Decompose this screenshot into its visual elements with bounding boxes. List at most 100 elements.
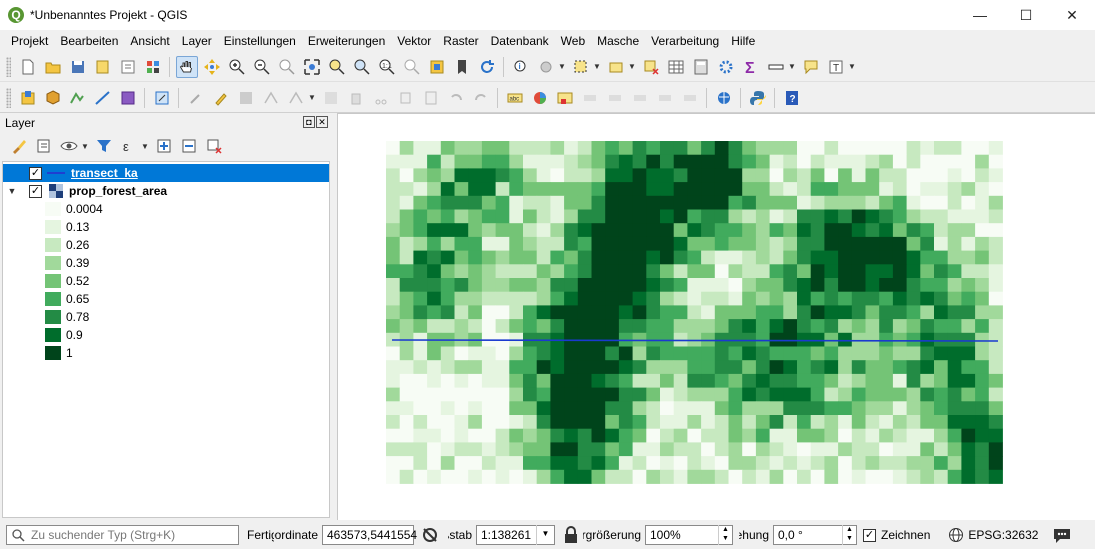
dropdown-arrow-icon[interactable]: ▼ [788,62,796,71]
map-tips-icon[interactable] [800,56,822,78]
dropdown-arrow-icon[interactable]: ▼ [628,62,636,71]
spin-arrows-icon[interactable]: ▲ ▼ [718,525,732,545]
dropdown-arrow-icon[interactable]: ▼ [848,62,856,71]
highlight-label-icon[interactable] [554,87,576,109]
coordinate-field[interactable]: 463573,5441554 [322,525,417,545]
layer-visibility-checkbox[interactable]: ✓ [29,166,42,180]
open-project-icon[interactable] [42,56,64,78]
bookmark-icon[interactable] [451,56,473,78]
menu-ansicht[interactable]: Ansicht [124,34,175,48]
actions-icon[interactable] [535,56,557,78]
new-print-layout-icon[interactable] [92,56,114,78]
dropdown-arrow-icon[interactable]: ▼ [141,142,149,151]
data-source-manager-icon[interactable] [17,87,39,109]
deselect-icon[interactable] [640,56,662,78]
zoom-full-icon[interactable] [301,56,323,78]
dropdown-arrow-icon[interactable]: ▼ [558,62,566,71]
panel-close-button[interactable]: ✕ [316,116,328,128]
add-group-icon[interactable] [33,135,55,157]
select-by-value-icon[interactable] [605,56,627,78]
expand-all-icon[interactable] [153,135,175,157]
digitize-icon[interactable] [151,87,173,109]
rotate-label-icon[interactable] [654,87,676,109]
show-label-icon[interactable] [604,87,626,109]
processing-toolbox-icon[interactable] [715,56,737,78]
zoom-last-icon[interactable] [401,56,423,78]
render-checkbox[interactable]: ✓ [863,528,876,542]
measure-icon[interactable] [765,56,787,78]
menu-datenbank[interactable]: Datenbank [485,34,555,48]
map-canvas[interactable] [337,113,1095,520]
globe-plugin-icon[interactable] [713,87,735,109]
collapse-all-icon[interactable] [178,135,200,157]
pin-label-icon[interactable] [579,87,601,109]
chevron-down-icon[interactable]: ▼ [536,525,554,545]
dropdown-arrow-icon[interactable]: ▼ [308,93,316,102]
map-render[interactable] [338,114,1095,521]
pan-hand-icon[interactable] [175,55,198,78]
zoom-rubber-icon[interactable] [276,56,298,78]
modify-attributes-icon[interactable] [320,87,342,109]
chevron-down-icon[interactable]: ▼ [7,186,17,196]
delete-selected-icon[interactable] [345,87,367,109]
messages-icon[interactable] [1052,526,1072,544]
menu-einstellungen[interactable]: Einstellungen [218,34,302,48]
current-edits-icon[interactable] [185,87,207,109]
label-tool-icon[interactable]: abc [504,87,526,109]
text-annotation-icon[interactable]: T [825,56,847,78]
lock-icon[interactable] [563,526,579,544]
magnifier-spinbox[interactable]: 100% ▲ ▼ [645,525,733,545]
menu-layer[interactable]: Layer [176,34,218,48]
redo-icon[interactable] [470,87,492,109]
vertex-tool-icon[interactable] [285,87,307,109]
new-map-view-icon[interactable] [426,56,448,78]
attribute-table-icon[interactable] [665,56,687,78]
copy-features-icon[interactable] [395,87,417,109]
spin-arrows-icon[interactable]: ▲ ▼ [842,525,856,545]
minimize-button[interactable]: — [957,0,1003,30]
zoom-to-selection-icon[interactable] [326,56,348,78]
crs-label[interactable]: EPSG:32632 [968,528,1038,542]
locator-search-input[interactable]: Zu suchender Typ (Strg+K) [6,525,239,545]
toolbar-grip[interactable] [6,56,11,77]
add-raster-icon[interactable] [117,87,139,109]
toggle-extents-icon[interactable] [420,525,440,545]
crs-globe-icon[interactable] [948,527,964,543]
refresh-icon[interactable] [476,56,498,78]
toolbar-grip[interactable] [6,87,11,108]
transect-line[interactable] [391,339,999,342]
filter-icon[interactable] [93,135,115,157]
menu-bearbeiten[interactable]: Bearbeiten [54,34,124,48]
identify-icon[interactable]: i [510,56,532,78]
undo-icon[interactable] [445,87,467,109]
add-line-icon[interactable] [92,87,114,109]
layer-row-prop-forest-area[interactable]: ▼ ✓ prop_forest_area [3,182,329,200]
add-feature-icon[interactable] [260,87,282,109]
menu-erweiterungen[interactable]: Erweiterungen [302,34,391,48]
menu-vektor[interactable]: Vektor [391,34,437,48]
field-calculator-icon[interactable] [690,56,712,78]
menu-masche[interactable]: Masche [591,34,645,48]
statistics-sigma-icon[interactable]: Σ [740,56,762,78]
new-project-icon[interactable] [17,56,39,78]
layer-diagram-icon[interactable] [529,87,551,109]
python-console-icon[interactable] [747,87,769,109]
zoom-in-icon[interactable] [226,56,248,78]
style-brush-icon[interactable] [8,135,30,157]
scale-combobox[interactable]: 1:138261 ▼ [476,525,555,545]
paste-features-icon[interactable] [420,87,442,109]
menu-verarbeitung[interactable]: Verarbeitung [645,34,725,48]
menu-projekt[interactable]: Projekt [5,34,54,48]
zoom-out-icon[interactable] [251,56,273,78]
style-manager-icon[interactable] [142,56,164,78]
select-features-icon[interactable] [570,56,592,78]
change-label-icon[interactable] [679,87,701,109]
cut-features-icon[interactable] [370,87,392,109]
close-button[interactable]: ✕ [1049,0,1095,30]
save-edits-icon[interactable] [235,87,257,109]
visibility-eye-icon[interactable] [58,135,80,157]
new-geopackage-icon[interactable] [42,87,64,109]
panel-float-button[interactable]: ◘ [303,116,315,128]
layer-visibility-checkbox[interactable]: ✓ [29,184,42,198]
move-label-icon[interactable] [629,87,651,109]
